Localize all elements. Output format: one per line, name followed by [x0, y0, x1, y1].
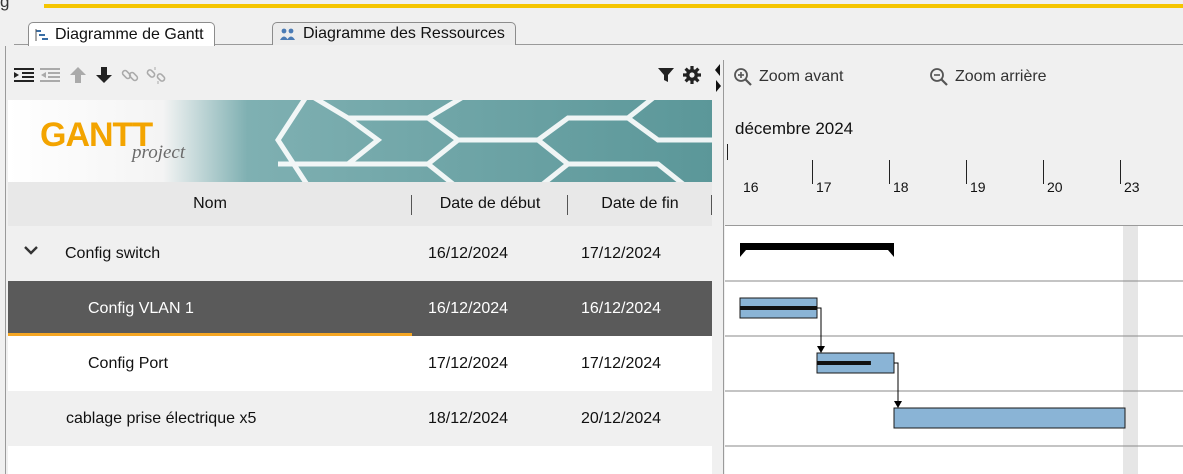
task-table-header: Nom Date de début Date de fin: [8, 182, 712, 226]
day-label: 20: [1047, 179, 1063, 195]
zoom-in-button[interactable]: Zoom avant: [733, 67, 843, 87]
dependency-line: [817, 307, 822, 352]
ganttproject-logo: GANTT project: [8, 100, 712, 182]
timeline-day-header: 16 17 18 19 20 23: [725, 160, 1183, 226]
dependency-line: [894, 362, 899, 407]
task-start: 17/12/2024: [428, 354, 509, 372]
day-tick: [812, 160, 813, 184]
month-label: décembre 2024: [735, 119, 854, 138]
task-progress: [740, 306, 817, 310]
link-icon[interactable]: [118, 63, 142, 87]
unlink-icon[interactable]: [144, 63, 168, 87]
gantt-tab-icon: [35, 28, 49, 42]
splitter-arrows-icon[interactable]: [712, 60, 724, 100]
gantt-chart-area[interactable]: [725, 226, 1183, 474]
accent-line: [44, 4, 1183, 8]
chart-toolbar: Zoom avant Zoom arrière: [725, 60, 1183, 100]
day-tick: [889, 160, 890, 184]
task-name: Config VLAN 1: [88, 299, 194, 317]
task-name: Config Port: [88, 354, 169, 372]
column-header-name[interactable]: Nom: [8, 182, 412, 226]
task-toolbar: [8, 60, 712, 100]
settings-icon[interactable]: [680, 63, 704, 87]
task-table: Config switch 16/12/2024 17/12/2024 Conf…: [8, 226, 712, 446]
top-strip: g: [0, 0, 1183, 14]
tab-gantt-label: Diagramme de Gantt: [55, 25, 204, 43]
day-tick: [1120, 160, 1121, 184]
logo-subword: project: [132, 142, 186, 163]
zoom-out-icon: [930, 68, 948, 86]
task-end: 17/12/2024: [581, 244, 662, 262]
table-row-selected[interactable]: Config VLAN 1 16/12/2024 16/12/2024: [8, 281, 712, 336]
pane-splitter[interactable]: [712, 60, 724, 474]
task-name-cell: cablage prise électrique x5: [8, 391, 412, 446]
zoom-out-button[interactable]: Zoom arrière: [929, 67, 1047, 87]
day-tick: [1043, 160, 1044, 184]
zoom-in-icon: [734, 68, 752, 86]
day-label: 18: [893, 179, 909, 195]
task-start: 18/12/2024: [428, 409, 509, 427]
task-name-cell: Config switch: [8, 226, 412, 281]
chevron-down-icon[interactable]: [24, 245, 38, 257]
indent-icon[interactable]: [12, 63, 36, 87]
table-row[interactable]: Config switch 16/12/2024 17/12/2024: [8, 226, 712, 281]
task-name-cell: Config Port: [8, 336, 412, 391]
gantt-chart[interactable]: [725, 226, 1183, 474]
outdent-icon[interactable]: [38, 63, 62, 87]
move-up-icon[interactable]: [66, 63, 90, 87]
tab-resources[interactable]: Diagramme des Ressources: [272, 22, 516, 45]
zoom-out-label: Zoom arrière: [955, 68, 1047, 85]
window-corner-glyph: g: [0, 0, 10, 11]
weekend-shade: [1123, 226, 1138, 474]
task-table-empty-area[interactable]: [8, 446, 712, 474]
task-bar: [893, 407, 1126, 429]
task-end: 17/12/2024: [581, 354, 662, 372]
table-row[interactable]: Config Port 17/12/2024 17/12/2024: [8, 336, 712, 391]
tab-resources-label: Diagramme des Ressources: [303, 25, 505, 42]
day-label: 23: [1124, 179, 1140, 195]
day-label: 17: [816, 179, 832, 195]
task-end: 20/12/2024: [581, 409, 662, 427]
task-name-cell: Config VLAN 1: [8, 281, 412, 336]
summary-bar-end-cap: [888, 250, 894, 257]
resources-tab-icon: [279, 27, 297, 41]
dependency-arrowhead: [817, 346, 825, 353]
day-label: 16: [743, 179, 759, 195]
timeline-month-header: décembre 2024: [725, 100, 1183, 162]
zoom-in-label: Zoom avant: [759, 68, 844, 85]
task-name: cablage prise électrique x5: [66, 409, 257, 427]
column-header-end[interactable]: Date de fin: [568, 182, 712, 226]
day-label: 19: [970, 179, 986, 195]
tab-gantt[interactable]: Diagramme de Gantt: [28, 22, 215, 46]
table-row[interactable]: cablage prise électrique x5 18/12/2024 2…: [8, 391, 712, 446]
left-frame: [0, 46, 6, 474]
move-down-icon[interactable]: [92, 63, 116, 87]
app-window: g Diagramme de Gantt Diagramme des Resso…: [0, 0, 1183, 474]
summary-bar-start-cap: [740, 250, 746, 257]
summary-bar: [740, 243, 894, 250]
task-start: 16/12/2024: [428, 299, 509, 317]
tab-bar: Diagramme de Gantt Diagramme des Ressour…: [0, 14, 1183, 46]
day-tick: [966, 160, 967, 184]
task-progress: [817, 361, 871, 365]
task-end: 16/12/2024: [581, 299, 662, 317]
dependency-arrowhead: [894, 401, 902, 408]
task-start: 16/12/2024: [428, 244, 509, 262]
column-header-start[interactable]: Date de début: [412, 182, 568, 226]
filter-icon[interactable]: [654, 63, 678, 87]
